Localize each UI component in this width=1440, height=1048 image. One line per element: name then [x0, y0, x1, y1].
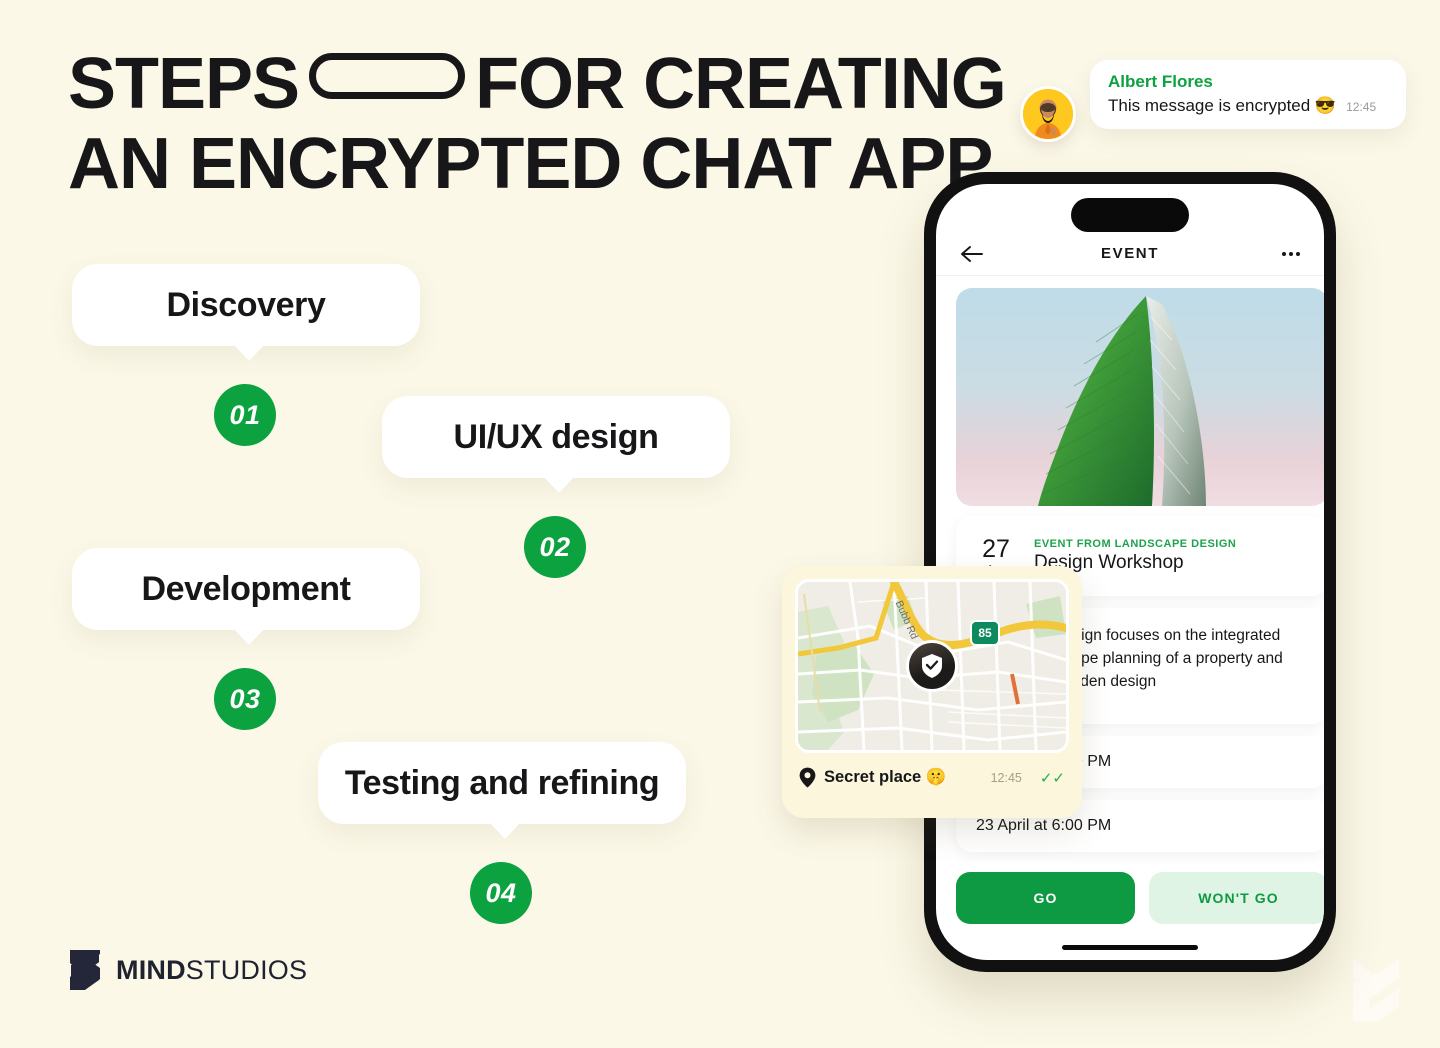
- step-number-label: 03: [229, 683, 261, 714]
- avatar[interactable]: [1020, 86, 1076, 142]
- back-arrow-icon[interactable]: [960, 244, 986, 264]
- avatar-photo-icon: [1023, 89, 1073, 139]
- poster-canvas: STEPS FOR CREATING AN ENCRYPTED CHAT APP …: [0, 0, 1440, 1048]
- step-number-02: 02: [524, 516, 586, 578]
- read-receipt-icon: ✓✓: [1039, 769, 1065, 787]
- brand-logo[interactable]: MINDSTUDIOS: [68, 948, 307, 992]
- home-indicator: [1062, 945, 1198, 950]
- map-place-label: Secret place 🤫: [824, 768, 947, 786]
- map-message-timestamp: 12:45: [990, 770, 1022, 785]
- headline-line1-before: STEPS: [68, 44, 300, 124]
- step-label: Development: [141, 569, 351, 608]
- logo-word-regular: STUDIOS: [185, 954, 308, 985]
- dynamic-island: [1071, 198, 1189, 232]
- wont-go-button[interactable]: WON'T GO: [1149, 872, 1324, 924]
- dot: [1288, 251, 1293, 256]
- event-hero-image: [956, 288, 1324, 506]
- bubble-tail: [542, 475, 576, 493]
- bubble-tail: [232, 343, 266, 361]
- chat-message-incoming: Albert Flores This message is encrypted …: [1020, 60, 1406, 142]
- step-label: Discovery: [166, 285, 326, 324]
- step-number-03: 03: [214, 668, 276, 730]
- go-button[interactable]: GO: [956, 872, 1135, 924]
- step-bubble-testing[interactable]: Testing and refining: [318, 742, 686, 839]
- step-label: UI/UX design: [453, 417, 659, 456]
- headline-line2: AN ENCRYPTED CHAT APP: [68, 124, 993, 204]
- map-preview[interactable]: 85 Bubb Rd: [795, 579, 1069, 753]
- step-number-04: 04: [470, 862, 532, 924]
- step-bubble-uiux[interactable]: UI/UX design: [382, 396, 730, 493]
- step-label: Testing and refining: [344, 763, 660, 802]
- message-bubble[interactable]: Albert Flores This message is encrypted …: [1090, 60, 1406, 129]
- map-message-footer: Secret place 🤫 12:45 ✓✓: [795, 753, 1069, 788]
- step-number-label: 02: [539, 531, 571, 562]
- logo-wordmark: MINDSTUDIOS: [116, 955, 307, 986]
- bubble-tail: [488, 821, 522, 839]
- event-category: EVENT FROM LANDSCAPE DESIGN: [1034, 538, 1237, 550]
- dot: [1281, 251, 1286, 256]
- screen-title: EVENT: [1100, 245, 1159, 262]
- map-message-card[interactable]: 85 Bubb Rd Secret place 🤫 12:45 ✓✓: [782, 566, 1082, 818]
- highway-85-badge: 85: [970, 620, 1000, 646]
- message-body-row: This message is encrypted 😎 12:45: [1108, 96, 1388, 116]
- message-text: This message is encrypted 😎: [1108, 96, 1337, 115]
- watermark-logo-icon: [1353, 958, 1399, 1022]
- banana-leaf-illustration-icon: [1038, 296, 1206, 506]
- step-number-label: 04: [485, 877, 517, 908]
- bubble-tail: [232, 627, 266, 645]
- event-time-text: 23 April at 6:00 PM: [976, 817, 1112, 834]
- mind-studios-mark-icon: [70, 950, 100, 990]
- more-options-icon[interactable]: [1274, 244, 1300, 264]
- map-location-pin[interactable]: [906, 640, 958, 692]
- message-sender-name: Albert Flores: [1108, 72, 1213, 91]
- page-title: STEPS FOR CREATING AN ENCRYPTED CHAT APP: [68, 44, 1007, 204]
- location-pin-icon: [799, 767, 816, 788]
- step-bubble-discovery[interactable]: Discovery: [72, 264, 420, 361]
- step-number-01: 01: [214, 384, 276, 446]
- step-number-label: 01: [229, 399, 261, 430]
- event-action-buttons: GO WON'T GO: [956, 872, 1324, 924]
- highway-number: 85: [978, 626, 992, 640]
- app-navigation-bar: EVENT: [936, 232, 1324, 276]
- shield-check-icon: [922, 654, 942, 678]
- logo-word-bold: MIND: [116, 954, 186, 985]
- event-day: 27: [982, 534, 1010, 563]
- decorative-pill-icon: [309, 53, 466, 99]
- message-timestamp: 12:45: [1346, 100, 1377, 114]
- step-bubble-development[interactable]: Development: [72, 548, 420, 645]
- dot: [1295, 251, 1300, 256]
- headline-line1-after: FOR CREATING: [475, 44, 1007, 124]
